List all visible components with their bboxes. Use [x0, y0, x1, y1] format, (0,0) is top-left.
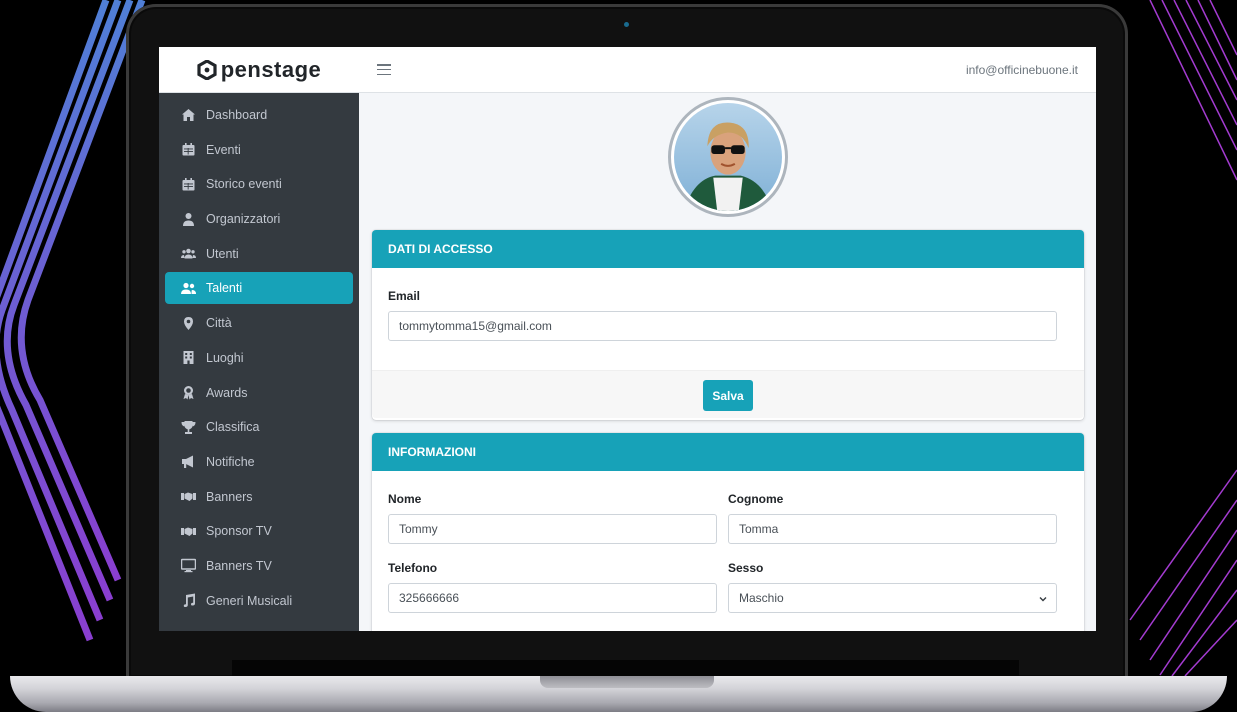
main-content: DATI DI ACCESSO Email tommytomma15@gmail…: [359, 93, 1096, 631]
sidebar-item-awards[interactable]: Awards: [165, 377, 353, 409]
award-icon: [181, 385, 196, 400]
sidebar-item-classifica[interactable]: Classifica: [165, 411, 353, 443]
sidebar-item-label: Banners: [206, 489, 253, 504]
user-friends-icon: [181, 281, 196, 296]
brand[interactable]: penstage: [159, 47, 359, 93]
info-card: INFORMAZIONI Nome Tommy Cognome Tomma Te…: [372, 433, 1084, 631]
topbar: info@officinebuone.it: [359, 47, 1096, 93]
nome-field[interactable]: Tommy: [388, 514, 717, 544]
calendar-icon: [181, 177, 196, 192]
openstage-logo-icon: [197, 59, 217, 80]
access-card-footer: Salva: [372, 370, 1084, 418]
access-card: DATI DI ACCESSO Email tommytomma15@gmail…: [372, 230, 1084, 420]
sidebar-item-label: Sponsor TV: [206, 524, 272, 539]
sidebar-item-generi-musicali[interactable]: Generi Musicali: [165, 585, 353, 617]
email-field[interactable]: tommytomma15@gmail.com: [388, 311, 1057, 341]
telefono-field[interactable]: 325666666: [388, 583, 717, 613]
handshake-icon: [181, 524, 196, 539]
access-card-title: DATI DI ACCESSO: [372, 230, 1084, 268]
sidebar-item-label: Awards: [206, 385, 248, 400]
sidebar-item-storico-eventi[interactable]: Storico eventi: [165, 168, 353, 200]
sidebar-item-label: Luoghi: [206, 350, 244, 365]
laptop-notch: [540, 676, 714, 688]
users-icon: [181, 246, 196, 261]
brand-name: penstage: [220, 56, 322, 82]
sidebar-item-eventi[interactable]: Eventi: [165, 134, 353, 166]
info-card-title: INFORMAZIONI: [372, 433, 1084, 471]
sidebar-item-label: Banners TV: [206, 558, 272, 573]
sidebar-item-label: Dashboard: [206, 108, 268, 122]
megaphone-icon: [181, 454, 196, 469]
sidebar-item-città[interactable]: Città: [165, 307, 353, 339]
sesso-selected-value: Maschio: [739, 591, 784, 605]
laptop-camera: [624, 22, 629, 27]
email-label: Email: [388, 289, 421, 303]
sidebar-item-label: Generi Musicali: [206, 593, 293, 608]
building-icon: [181, 350, 196, 365]
sidebar-item-utenti[interactable]: Utenti: [165, 238, 353, 270]
sidebar-nav: Dashboard Eventi Storico eventi Organizzato…: [159, 93, 359, 617]
sidebar-item-label: Città: [206, 316, 232, 331]
sidebar-item-notifiche[interactable]: Notifiche: [165, 446, 353, 478]
avatar-photo: [674, 103, 782, 211]
sidebar-item-label: Eventi: [206, 142, 241, 157]
chevron-down-icon: [1039, 597, 1047, 602]
sidebar-item-label: Storico eventi: [206, 177, 282, 192]
avatar[interactable]: [668, 97, 788, 217]
sesso-select[interactable]: Maschio: [728, 583, 1057, 613]
sidebar-item-label: Talenti: [206, 281, 243, 296]
music-icon: [181, 593, 196, 608]
sidebar-item-talenti[interactable]: Talenti: [165, 272, 353, 305]
app-screen: penstage Dashboard Eventi Storico eventi Or…: [159, 47, 1096, 631]
sidebar-item-sponsor-tv[interactable]: Sponsor TV: [165, 515, 353, 547]
cognome-field[interactable]: Tomma: [728, 514, 1057, 544]
map-marker-icon: [181, 316, 196, 331]
sidebar-item-banners[interactable]: Banners: [165, 481, 353, 513]
cognome-label: Cognome: [728, 492, 784, 506]
sidebar-item-label: Notifiche: [206, 454, 255, 469]
sidebar: penstage Dashboard Eventi Storico eventi Or…: [159, 47, 359, 631]
sidebar-item-dashboard[interactable]: Dashboard: [165, 99, 353, 131]
telefono-label: Telefono: [388, 561, 438, 575]
menu-toggle-icon[interactable]: [377, 64, 391, 75]
sesso-label: Sesso: [728, 561, 764, 575]
sidebar-item-banners-tv[interactable]: Banners TV: [165, 550, 353, 582]
user-email[interactable]: info@officinebuone.it: [966, 63, 1078, 77]
nome-label: Nome: [388, 492, 422, 506]
sidebar-item-luoghi[interactable]: Luoghi: [165, 342, 353, 374]
sidebar-item-label: Classifica: [206, 420, 260, 435]
save-button[interactable]: Salva: [703, 380, 753, 411]
sidebar-item-label: Organizzatori: [206, 212, 281, 227]
handshake-icon: [181, 489, 196, 504]
trophy-icon: [181, 420, 196, 435]
desktop-icon: [181, 558, 196, 573]
user-tie-icon: [181, 212, 196, 227]
sidebar-item-label: Utenti: [206, 246, 239, 261]
home-icon: [181, 108, 196, 123]
calendar-icon: [181, 142, 196, 157]
sidebar-item-organizzatori[interactable]: Organizzatori: [165, 203, 353, 235]
